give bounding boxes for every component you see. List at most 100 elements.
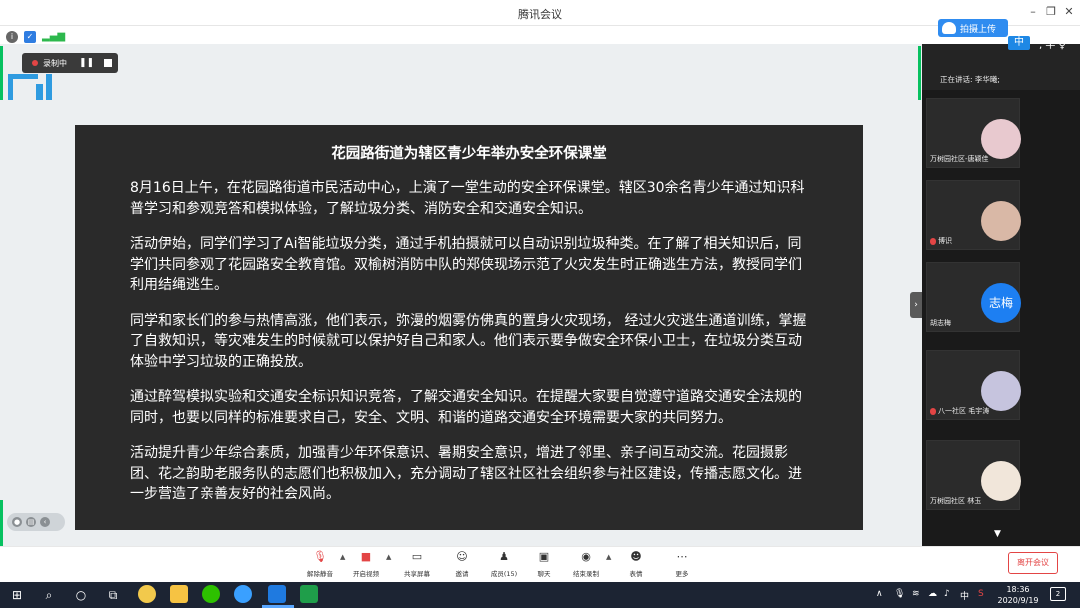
avatar [981,201,1021,241]
chevron-down-icon[interactable]: ▼ [994,529,1001,539]
start-video-label: 开启视频 [353,570,379,578]
clock[interactable]: 18:36 2020/9/19 [996,584,1040,606]
leave-meeting-button[interactable]: 离开会议 [1008,552,1058,574]
participant-tile[interactable]: 志梅 胡志梅 [926,262,1021,332]
chevron-up-icon[interactable]: ∧ [876,589,883,599]
chat-button[interactable]: ▣ 聊天 [522,551,566,581]
document-paragraph: 8月16日上午，在花园路街道市民活动中心，上演了一堂生动的安全环保课堂。辖区30… [130,180,805,217]
participant-name: 博识 [930,236,952,246]
maximize-icon[interactable]: ❐ [1042,4,1060,20]
mic-muted-icon [930,237,936,245]
document-body: 8月16日上午，在花园路街道市民活动中心，上演了一堂生动的安全环保课堂。辖区30… [130,178,808,520]
avatar-icon[interactable]: ● [12,517,22,527]
invite-button[interactable]: ☺ 邀请 [440,551,484,581]
close-icon[interactable]: ✕ [1060,4,1078,20]
participant-tile[interactable]: 博识 [926,180,1021,250]
ime-indicator[interactable]: 中 [960,589,969,602]
participant-tile[interactable]: 八一社区 毛宇涛 [926,350,1021,420]
speaking-indicator: 正在讲话: 李华曦; [940,75,1000,84]
cloud-upload-button[interactable]: 拍摄上传 [938,19,1008,37]
network-icon[interactable]: ≋ [912,589,920,599]
wechat-icon[interactable] [202,585,220,603]
chevron-left-icon[interactable]: ‹ [40,517,50,527]
chat-icon: ▣ [538,550,550,563]
ime-indicator: 中 [1008,36,1030,50]
more-icon: ⋯ [676,550,688,563]
recording-label: 录制中 [43,58,67,68]
recording-dot-icon [32,60,38,66]
document-paragraph: 活动伊始，同学们学习了Ai智能垃圾分类，通过手机拍摄就可以自动识别垃圾种类。在了… [130,236,802,293]
windows-start-icon[interactable]: ⊞ [8,586,26,604]
share-border [0,500,3,546]
document-paragraph: 通过醉驾模拟实验和交通安全标识知识竞答，了解交通安全知识。在提醒大家要自觉遵守道… [130,389,802,426]
stop-recording-icon[interactable] [104,59,113,67]
chevron-up-icon[interactable]: ▲ [606,553,611,561]
document-paragraph: 活动提升青少年综合素质，加强青少年环保意识、暑期安全意识，增进了邻里、亲子间互动… [130,445,802,502]
invite-icon: ☺ [456,550,468,563]
avatar [981,371,1021,411]
emoji-label: 表情 [629,570,643,578]
cloud-icon [942,22,956,34]
info-icon[interactable]: i [6,31,18,43]
recording-bar: 录制中 ❚❚ [22,53,118,73]
emoji-button[interactable]: ☻ 表情 [614,551,658,581]
members-icon: ♟ [499,550,509,563]
excel-icon[interactable] [300,585,318,603]
shield-icon[interactable]: ✓ [24,31,36,43]
logo-bars-icon [8,74,52,100]
start-video-button[interactable]: ■ 开启视频 [344,551,388,581]
unmute-label: 解除静音 [307,570,333,578]
cloud-app-icon[interactable] [234,585,252,603]
cloud-upload-label: 拍摄上传 [960,24,997,35]
chrome-icon[interactable] [138,585,156,603]
mic-muted-icon: 🎙 [313,550,327,563]
share-screen-label: 共享屏幕 [404,570,430,578]
signal-icon[interactable]: ▂▄▆ [42,31,65,43]
file-explorer-icon[interactable] [170,585,188,603]
more-label: 更多 [675,570,689,578]
shared-document: 花园路街道为辖区青少年举办安全环保课堂 8月16日上午，在花园路街道市民活动中心… [75,125,863,530]
cortana-icon[interactable]: ○ [72,586,90,604]
participant-tile[interactable]: 万树园社区-唐颖佳 [926,98,1021,168]
notification-icon[interactable]: 2 [1050,587,1066,601]
more-button[interactable]: ⋯ 更多 [660,551,704,581]
tencent-meeting-icon[interactable] [268,585,286,603]
share-border [918,46,921,100]
stop-recording-label: 结束录制 [573,570,599,578]
avatar [981,119,1021,159]
meeting-toolbar: 🎙 解除静音 ▲ ■ 开启视频 ▲ ▭ 共享屏幕 ☺ 邀请 ♟ 成员(15) ▣… [0,546,1080,582]
task-view-icon[interactable]: ⧉ [104,586,122,604]
participant-name: 胡志梅 [930,319,951,327]
title-bar: 腾讯会议 – ❐ ✕ [0,0,1080,26]
window-title: 腾讯会议 [518,8,562,21]
emoji-icon: ☻ [630,550,642,563]
participant-tile[interactable]: 万树园社区 林玉 [926,440,1021,510]
share-border [0,46,3,100]
members-label: 成员(15) [490,570,518,578]
search-icon[interactable]: ⌕ [40,586,58,604]
avatar [981,461,1021,501]
mini-toolbar: ● ▤ ‹ [7,513,65,531]
microphone-icon[interactable]: 🎙 [894,589,905,599]
members-button[interactable]: ♟ 成员(15) [482,551,526,581]
pause-recording-icon[interactable]: ❚❚ [79,58,94,68]
stop-record-icon: ◉ [581,550,591,563]
avatar: 志梅 [981,283,1021,323]
unmute-button[interactable]: 🎙 解除静音 [298,551,342,581]
participant-name: 万树园社区 林玉 [930,497,982,505]
share-screen-icon: ▭ [411,550,423,563]
share-screen-button[interactable]: ▭ 共享屏幕 [395,551,439,581]
ime-extra-icon: °, 半 ♀ [1034,40,1066,51]
cloud-icon[interactable]: ☁ [928,589,937,599]
chevron-up-icon[interactable]: ▲ [386,553,391,561]
minimize-icon[interactable]: – [1024,4,1042,20]
volume-icon[interactable]: ♪ [944,589,950,599]
stop-recording-button[interactable]: ◉ 结束录制 [564,551,608,581]
chat-bubble-icon[interactable]: ▤ [26,517,36,527]
meeting-status-icons: i ✓ ▂▄▆ [6,30,65,44]
invite-label: 邀请 [455,570,469,578]
taskbar: ⊞ ⌕ ○ ⧉ ∧ 🎙 ≋ ☁ ♪ 中 S 18:36 2020/9/19 2 [0,582,1080,608]
sogou-icon[interactable]: S [978,589,984,599]
participant-name: 八一社区 毛宇涛 [930,406,989,416]
collapse-panel-handle[interactable]: › [910,292,922,318]
